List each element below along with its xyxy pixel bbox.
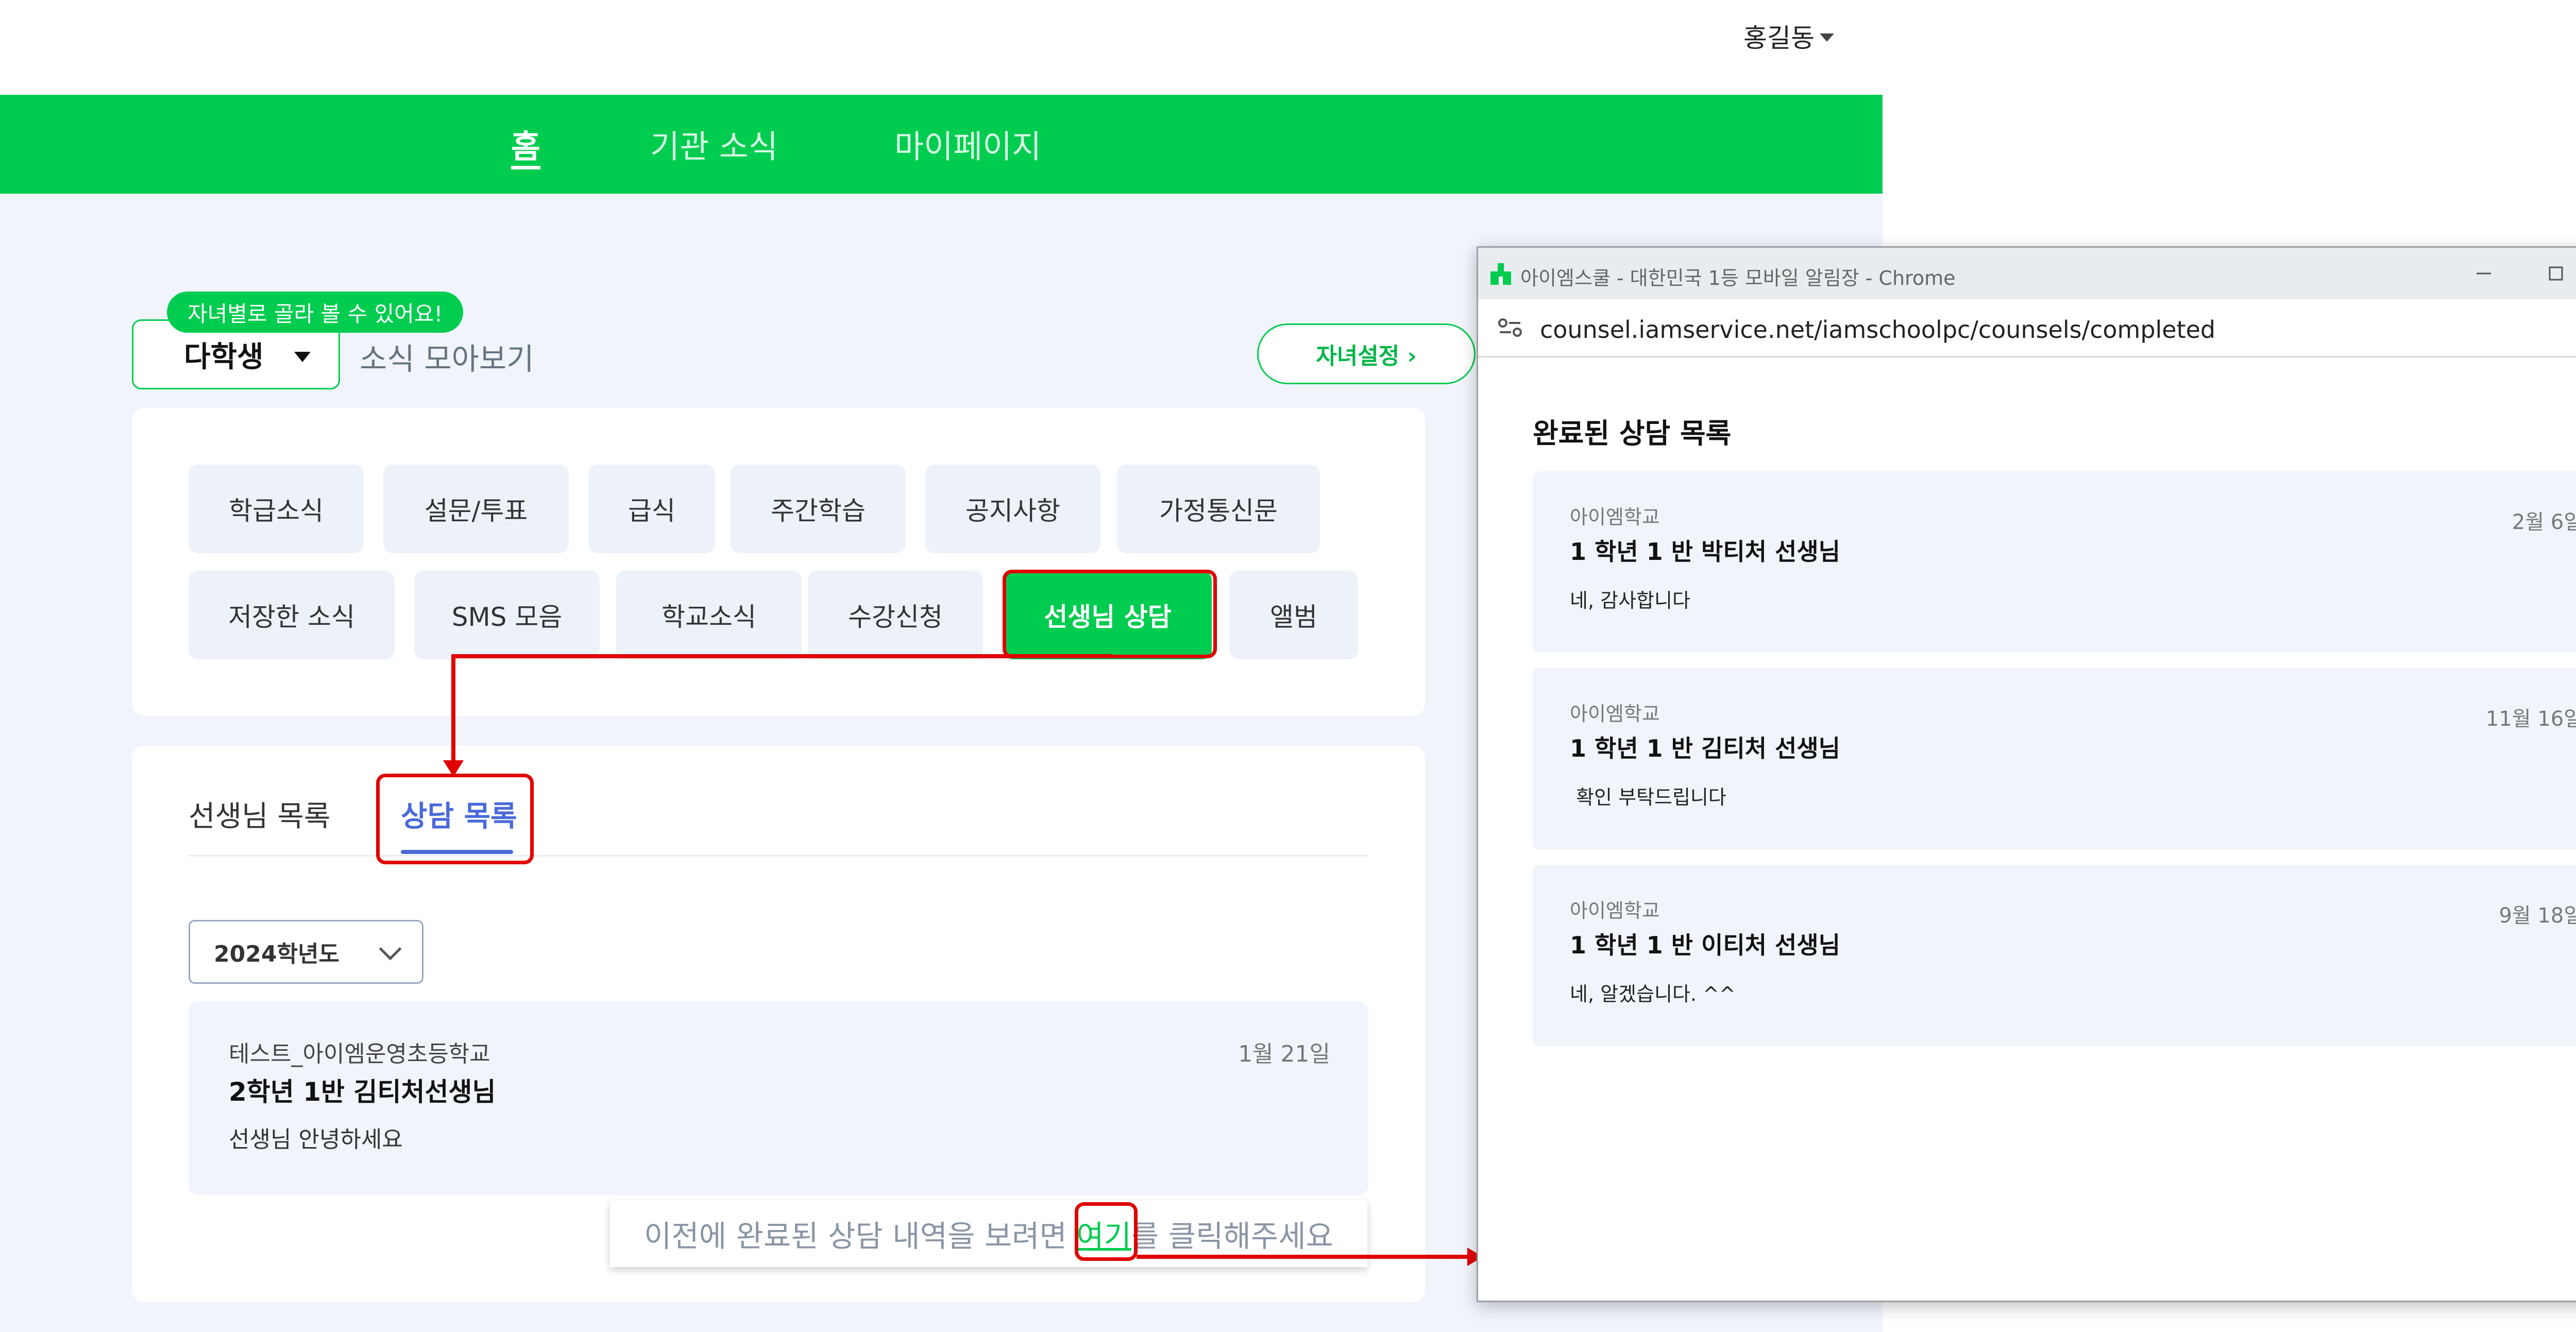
minimize-icon [2477, 272, 2491, 275]
main-nav: 홈 기관 소식 마이페이지 [0, 95, 1883, 194]
site-settings-icon [1498, 318, 1522, 337]
consult-message: 네, 알겠습니다. ^^ [1570, 983, 1736, 1005]
annotation-arrow-line [451, 654, 455, 774]
popup-titlebar: 아이엠스쿨 - 대한민국 1등 모바일 알림장 - Chrome [1478, 248, 2576, 299]
consult-message: 선생님 안녕하세요 [229, 1126, 403, 1153]
url-text: counsel.iamservice.net/iamschoolpc/couns… [1540, 316, 2216, 344]
maximize-icon [2549, 266, 2563, 281]
nav-item-org-news[interactable]: 기관 소식 [650, 121, 778, 167]
hint-text-after: 를 클릭해주세요 [1131, 1219, 1333, 1254]
nav-item-home[interactable]: 홈 [511, 121, 541, 169]
category-teacher-consult[interactable]: 선생님 상담 [1004, 571, 1212, 659]
hint-text-before: 이전에 완료된 상담 내역을 보려면 [644, 1219, 1077, 1254]
child-filter-badge: 자녀별로 골라 볼 수 있어요! [167, 292, 464, 333]
nav-item-label: 기관 소식 [650, 128, 778, 165]
category-course-registration[interactable]: 수강신청 [808, 571, 983, 659]
category-notice[interactable]: 공지사항 [925, 465, 1100, 553]
category-sms[interactable]: SMS 모음 [414, 571, 600, 659]
consult-message: 네, 감사합니다 [1570, 589, 1690, 612]
category-survey[interactable]: 설문/투표 [383, 465, 569, 553]
consult-date: 9월 18일 [2499, 904, 2576, 928]
consult-school: 아이엠학교 [1570, 506, 1660, 528]
nav-item-label: 홈 [511, 128, 541, 165]
category-album[interactable]: 앨범 [1229, 571, 1358, 659]
category-school-news[interactable]: 학교소식 [616, 571, 802, 659]
consult-date: 2월 6일 [2512, 510, 2576, 534]
school-year-value: 2024학년도 [214, 941, 340, 967]
consult-teacher: 2학년 1반 김티처선생님 [229, 1077, 496, 1107]
student-select-value: 다학생 [184, 340, 264, 374]
popup-window-title: 아이엠스쿨 - 대한민국 1등 모바일 알림장 - Chrome [1520, 267, 1956, 289]
completed-consult-item[interactable]: 아이엠학교 9월 18일 1 학년 1 반 이티처 선생님 네, 알겠습니다. … [1533, 865, 2576, 1046]
child-settings-label: 자녀설정 › [1316, 343, 1417, 369]
top-bar: 홍길동 [0, 0, 1883, 95]
completed-consult-item[interactable]: 아이엠학교 2월 6일 1 학년 1 반 박티처 선생님 네, 감사합니다 [1533, 471, 2576, 653]
user-name: 홍길동 [1743, 23, 1815, 53]
consult-date: 11월 16일 [2485, 707, 2576, 731]
nav-item-label: 마이페이지 [894, 128, 1042, 165]
hint-link-here[interactable]: 여기 [1076, 1212, 1131, 1255]
annotation-arrow-line [451, 654, 1112, 658]
annotation-arrow-down-icon [443, 760, 464, 777]
school-logo-icon [1490, 263, 1511, 285]
user-menu[interactable]: 홍길동 [1743, 18, 1834, 55]
category-card: 학급소식 설문/투표 급식 주간학습 공지사항 가정통신문 저장한 소식 SMS… [132, 408, 1425, 716]
consult-school: 아이엠학교 [1570, 703, 1660, 725]
category-class-news[interactable]: 학급소식 [189, 465, 364, 553]
category-meal[interactable]: 급식 [588, 465, 715, 553]
consult-message: 확인 부탁드립니다 [1570, 786, 1726, 809]
minimize-button[interactable] [2448, 248, 2520, 299]
consult-school: 테스트_아이엠운영초등학교 [229, 1041, 490, 1067]
maximize-button[interactable] [2520, 248, 2576, 299]
consult-teacher: 1 학년 1 반 이티처 선생님 [1570, 931, 1840, 959]
consult-list-item[interactable]: 테스트_아이엠운영초등학교 1월 21일 2학년 1반 김티처선생님 선생님 안… [189, 1001, 1368, 1195]
consult-date: 1월 21일 [1238, 1041, 1330, 1067]
category-newsletter[interactable]: 가정통신문 [1117, 465, 1320, 553]
nav-active-underline [511, 166, 541, 169]
category-saved-news[interactable]: 저장한 소식 [189, 571, 395, 659]
tab-active-underline [401, 850, 513, 854]
chevron-down-icon [379, 937, 402, 961]
consult-teacher: 1 학년 1 반 김티처 선생님 [1570, 735, 1840, 762]
consult-school: 아이엠학교 [1570, 899, 1660, 922]
tab-divider [189, 855, 1368, 857]
dropdown-caret-icon [294, 352, 311, 362]
child-settings-button[interactable]: 자녀설정 › [1257, 323, 1476, 384]
annotation-arrow-line [1137, 1255, 1471, 1259]
news-collection-label: 소식 모아보기 [360, 341, 534, 377]
caret-down-icon [1820, 33, 1834, 42]
address-bar[interactable]: counsel.iamservice.net/iamschoolpc/couns… [1478, 299, 2576, 357]
tab-consult-list[interactable]: 상담 목록 [401, 793, 517, 835]
consult-teacher: 1 학년 1 반 박티처 선생님 [1570, 538, 1840, 566]
tab-teacher-list[interactable]: 선생님 목록 [189, 793, 330, 835]
nav-item-mypage[interactable]: 마이페이지 [894, 121, 1041, 167]
category-weekly-study[interactable]: 주간학습 [731, 465, 906, 553]
completed-consult-item[interactable]: 아이엠학교 11월 16일 1 학년 1 반 김티처 선생님 확인 부탁드립니다 [1533, 668, 2576, 849]
browser-popup-window: 아이엠스쿨 - 대한민국 1등 모바일 알림장 - Chrome counsel… [1477, 246, 2576, 1302]
completed-consult-heading: 완료된 상담 목록 [1533, 417, 1732, 450]
school-year-select[interactable]: 2024학년도 [189, 920, 423, 984]
